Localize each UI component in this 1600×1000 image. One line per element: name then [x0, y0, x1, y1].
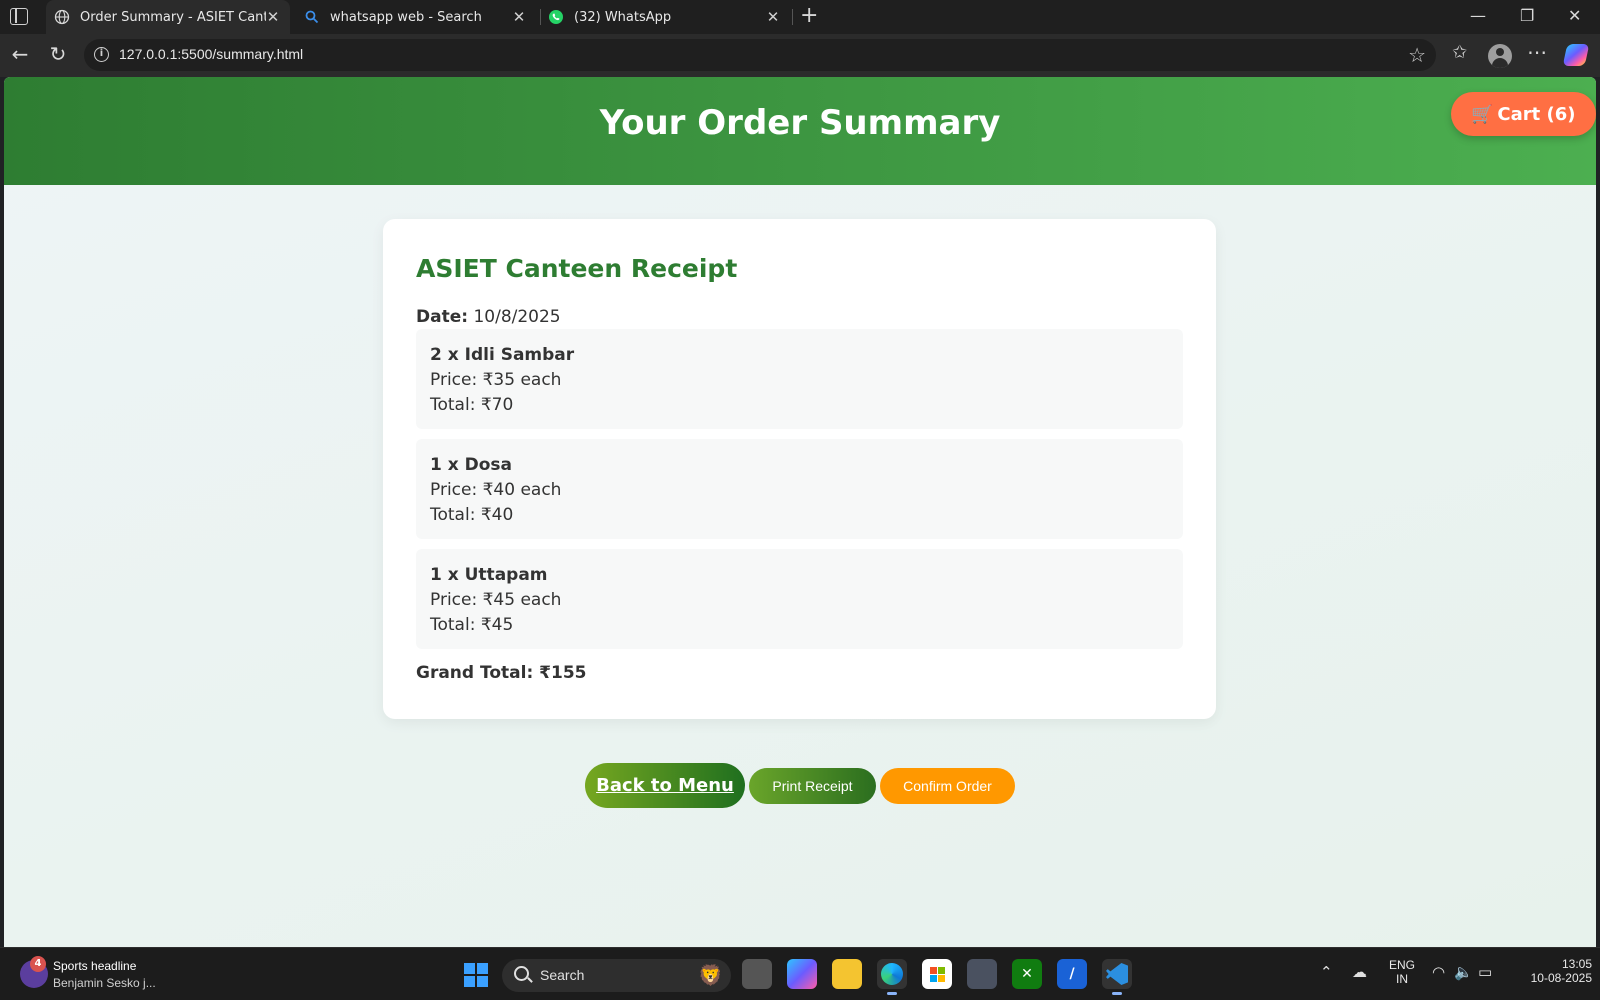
grand-total: Grand Total: ₹155 — [416, 663, 587, 683]
item-name: 1 x Uttapam — [430, 565, 548, 585]
restore-icon[interactable]: ❐ — [1520, 6, 1534, 25]
globe-icon — [54, 9, 70, 25]
page-viewport: Your Order Summary 🛒 Cart (6) ASIET Cant… — [4, 77, 1596, 947]
receipt-heading: ASIET Canteen Receipt — [416, 254, 738, 283]
receipt-item: 1 x Dosa Price: ₹40 each Total: ₹40 — [416, 439, 1183, 539]
notification-badge: 4 — [30, 956, 46, 972]
search-label: Search — [540, 967, 585, 983]
widget-subtitle[interactable]: Benjamin Sesko j... — [53, 976, 156, 990]
receipt-item: 2 x Idli Sambar Price: ₹35 each Total: ₹… — [416, 329, 1183, 429]
back-arrow-icon[interactable]: ← — [8, 42, 32, 66]
url-text[interactable]: 127.0.0.1:5500/summary.html — [119, 46, 303, 62]
onedrive-cloud-icon[interactable]: ☁ — [1352, 963, 1367, 981]
search-icon — [514, 966, 529, 981]
item-name: 2 x Idli Sambar — [430, 345, 575, 365]
confirm-order-button[interactable]: Confirm Order — [880, 768, 1015, 804]
item-price: Price: ₹40 each — [430, 480, 562, 500]
receipt-card: ASIET Canteen Receipt Date: 10/8/2025 2 … — [383, 219, 1216, 719]
wifi-icon[interactable]: ◠ — [1432, 963, 1445, 981]
item-total: Total: ₹40 — [430, 505, 514, 525]
language-indicator[interactable]: ENG IN — [1388, 958, 1416, 986]
taskbar-search[interactable]: Search 🦁 — [502, 959, 731, 992]
clock-time: 13:05 — [1561, 957, 1592, 971]
tab-title: (32) WhatsApp — [574, 9, 672, 25]
print-receipt-button[interactable]: Print Receipt — [749, 768, 876, 804]
new-tab-icon[interactable]: + — [800, 4, 818, 28]
search-icon — [304, 9, 320, 25]
lion-icon: 🦁 — [698, 963, 723, 987]
show-hidden-icons-chevron-icon[interactable]: ⌃ — [1320, 963, 1333, 981]
volume-icon[interactable]: 🔈 — [1454, 963, 1473, 981]
more-options-icon[interactable]: ⋯ — [1527, 40, 1547, 64]
close-icon[interactable]: ✕ — [266, 8, 280, 26]
close-icon[interactable]: ✕ — [512, 8, 526, 26]
microsoft-store-icon[interactable] — [922, 959, 952, 989]
language-line-1: ENG — [1388, 958, 1415, 972]
receipt-date: Date: 10/8/2025 — [416, 307, 561, 327]
copilot-app-icon[interactable] — [787, 959, 817, 989]
language-line-2: IN — [1396, 972, 1408, 986]
address-bar[interactable]: i 127.0.0.1:5500/summary.html ☆ — [84, 39, 1436, 71]
browser-toolbar: ← ↻ i 127.0.0.1:5500/summary.html ☆ ✩ ⋯ — [0, 34, 1600, 77]
date-label: Date: — [416, 307, 469, 327]
shopping-cart-icon: 🛒 — [1471, 103, 1494, 125]
clock[interactable]: 13:05 10-08-2025 — [1510, 957, 1592, 985]
autodesk-icon[interactable]: / — [1057, 959, 1087, 989]
window-close-icon[interactable]: ✕ — [1568, 6, 1581, 25]
close-icon[interactable]: ✕ — [766, 8, 780, 26]
minimize-icon[interactable]: — — [1470, 6, 1486, 25]
tab-title: whatsapp web - Search — [330, 9, 482, 25]
item-price: Price: ₹45 each — [430, 590, 562, 610]
vscode-icon[interactable] — [1102, 959, 1132, 995]
tab-title: Order Summary - ASIET Canteen — [80, 9, 266, 25]
refresh-icon[interactable]: ↻ — [46, 42, 70, 66]
back-to-menu-button[interactable]: Back to Menu — [585, 763, 745, 808]
item-total: Total: ₹45 — [430, 615, 514, 635]
task-view-icon[interactable] — [742, 959, 772, 989]
widget-headline[interactable]: Sports headline — [53, 959, 136, 973]
profile-avatar-icon[interactable] — [1488, 44, 1512, 68]
xbox-icon[interactable]: ✕ — [1012, 959, 1042, 989]
clock-date: 10-08-2025 — [1530, 971, 1592, 985]
windows-start-icon[interactable] — [464, 963, 488, 987]
tab-strip: Order Summary - ASIET Canteen ✕ whatsapp… — [0, 0, 1600, 34]
whatsapp-icon — [548, 9, 564, 25]
page-title: Your Order Summary — [599, 103, 1001, 143]
tab-whatsapp-search[interactable]: whatsapp web - Search ✕ — [296, 0, 536, 34]
file-explorer-icon[interactable] — [832, 959, 862, 989]
tab-separator — [792, 9, 793, 25]
favorite-star-icon[interactable]: ☆ — [1408, 43, 1426, 67]
cart-label: Cart (6) — [1497, 103, 1576, 125]
battery-icon[interactable]: ▭ — [1478, 963, 1492, 981]
tab-order-summary[interactable]: Order Summary - ASIET Canteen ✕ — [46, 0, 290, 34]
page-header: Your Order Summary — [4, 77, 1596, 185]
tab-whatsapp[interactable]: (32) WhatsApp ✕ — [540, 0, 790, 34]
tab-actions-icon[interactable] — [10, 8, 28, 25]
settings-app-icon[interactable] — [967, 959, 997, 989]
item-price: Price: ₹35 each — [430, 370, 562, 390]
cart-button[interactable]: 🛒 Cart (6) — [1451, 92, 1596, 136]
info-icon[interactable]: i — [94, 47, 109, 62]
item-name: 1 x Dosa — [430, 455, 513, 475]
taskbar: 4 Sports headline Benjamin Sesko j... Se… — [0, 947, 1600, 1000]
item-total: Total: ₹70 — [430, 395, 514, 415]
edge-browser-icon[interactable] — [877, 959, 907, 995]
favorites-icon[interactable]: ✩ — [1452, 42, 1467, 63]
receipt-item: 1 x Uttapam Price: ₹45 each Total: ₹45 — [416, 549, 1183, 649]
date-value: 10/8/2025 — [473, 307, 561, 327]
